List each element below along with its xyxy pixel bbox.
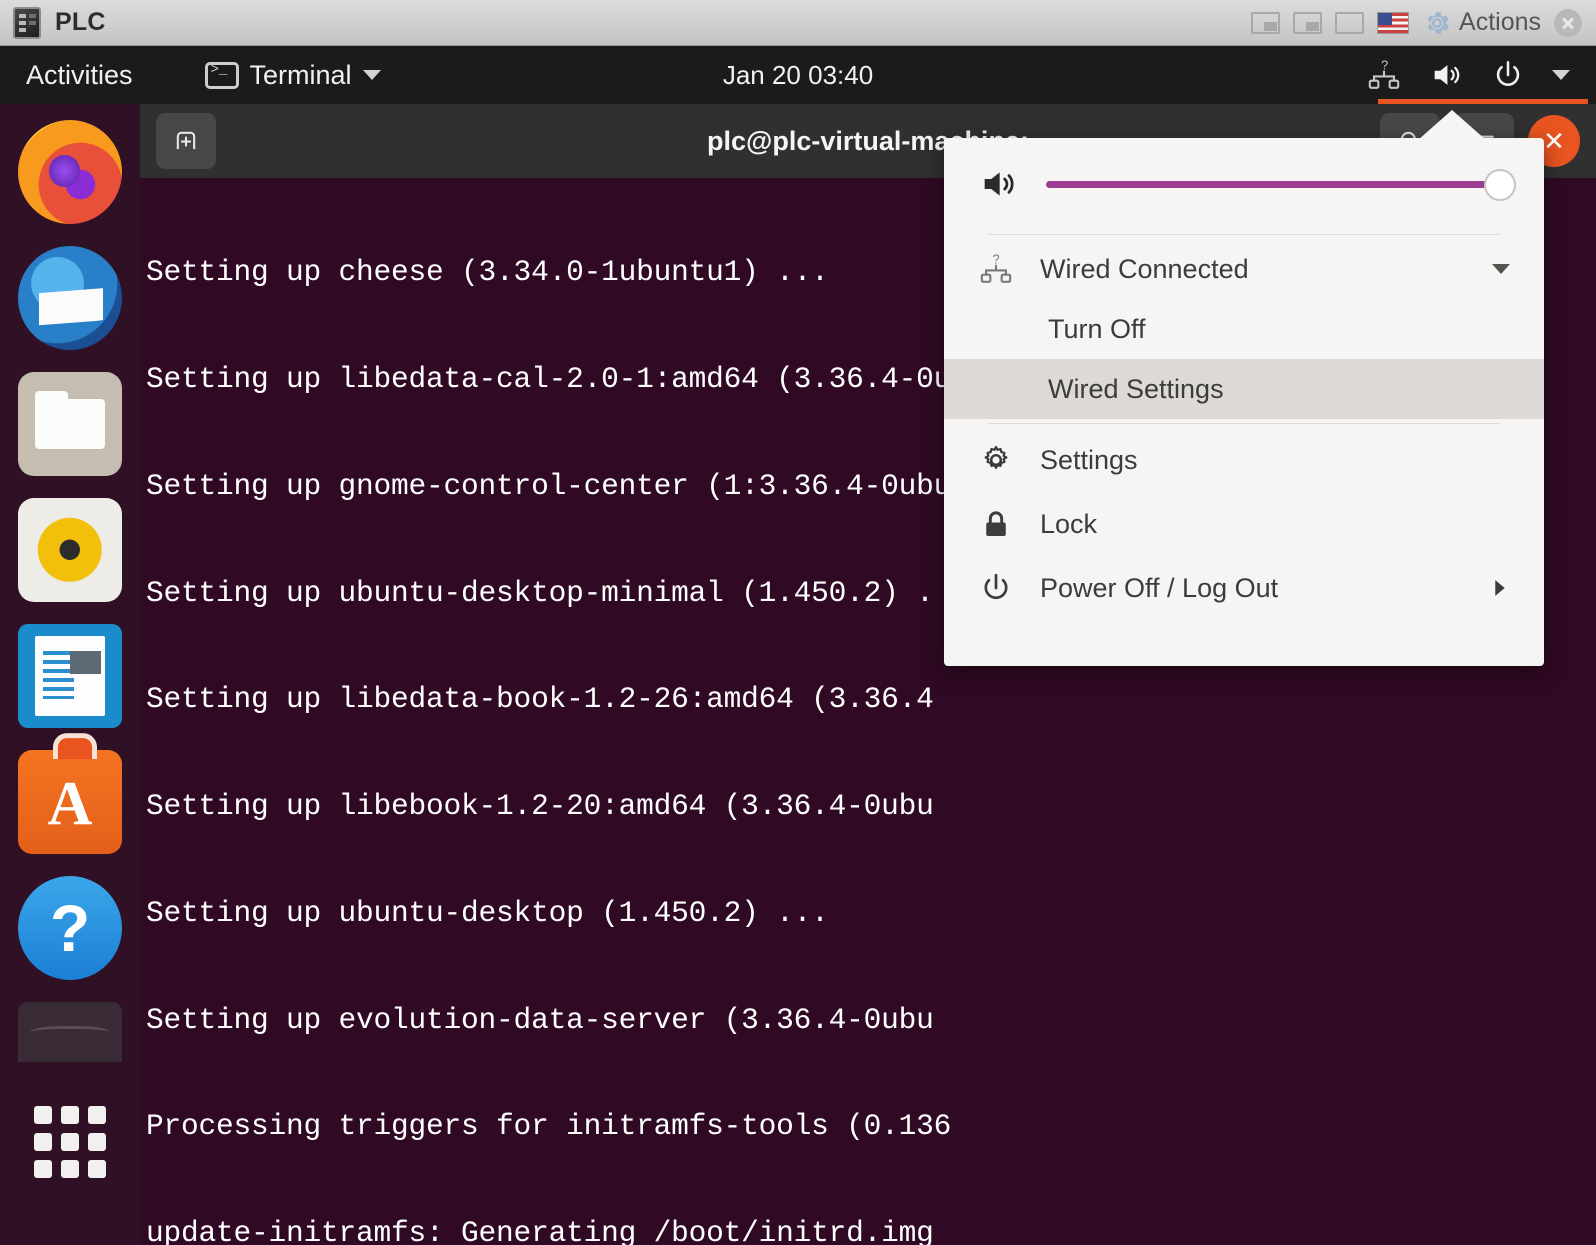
svg-text:?: ?: [1381, 58, 1388, 72]
status-area[interactable]: ?: [1366, 46, 1596, 104]
dock-item-firefox[interactable]: [18, 120, 122, 224]
app-menu-label: Terminal: [249, 59, 352, 90]
vm-titlebar: PLC Actions: [0, 0, 1596, 46]
power-off-log-out-label: Power Off / Log Out: [1040, 572, 1279, 603]
network-action-wired-settings[interactable]: Wired Settings: [944, 359, 1544, 419]
fullscreen-button[interactable]: [1335, 11, 1365, 34]
settings-row[interactable]: Settings: [944, 428, 1544, 492]
dock-item-thunderbird[interactable]: [18, 246, 122, 350]
terminal-line: Setting up libebook-1.2-20:amd64 (3.36.4…: [146, 789, 934, 824]
ubuntu-software-glyph: A: [47, 769, 93, 838]
menu-divider: [988, 423, 1500, 424]
gnome-topbar: Activities Terminal Jan 20 03:40 ?: [0, 46, 1596, 104]
dock: A: [0, 104, 140, 1245]
volume-slider-track: [1046, 181, 1510, 188]
vm-close-button[interactable]: [1554, 8, 1582, 37]
terminal-line: Setting up ubuntu-desktop (1.450.2) ...: [146, 895, 829, 930]
dock-item-ubuntu-software[interactable]: A: [18, 750, 122, 854]
dock-item-help[interactable]: [18, 876, 122, 980]
lock-label: Lock: [1040, 508, 1098, 539]
network-wired-icon: ?: [980, 252, 1012, 283]
power-icon: [1496, 60, 1520, 86]
app-menu-button[interactable]: Terminal: [204, 59, 381, 91]
lock-icon: [986, 511, 1006, 536]
terminal-line: Processing triggers for initramfs-tools …: [146, 1109, 952, 1144]
network-wired-icon: ?: [1368, 58, 1400, 89]
gear-icon: [984, 445, 1008, 469]
vm-window-title: PLC: [55, 8, 106, 36]
lock-row[interactable]: Lock: [944, 492, 1544, 556]
grid-dot: [34, 1160, 52, 1178]
restore-window-button[interactable]: [1293, 11, 1323, 34]
volume-row: [944, 138, 1544, 230]
terminal-line: Setting up libedata-book-1.2-26:amd64 (3…: [146, 682, 934, 717]
system-menu-popup: ? Wired Connected Turn Off Wired Setting…: [944, 138, 1544, 666]
network-action-turn-off[interactable]: Turn Off: [944, 299, 1544, 359]
dock-item-files[interactable]: [18, 372, 122, 476]
svg-text:?: ?: [992, 252, 999, 266]
menu-divider: [988, 234, 1500, 235]
grid-dot: [88, 1160, 106, 1178]
system-menu-arrow: [1418, 110, 1486, 140]
chevron-down-icon[interactable]: [1492, 264, 1510, 274]
us-keyboard-flag-icon[interactable]: [1377, 11, 1410, 34]
grid-dot: [34, 1106, 52, 1124]
power-off-log-out-row[interactable]: Power Off / Log Out: [944, 556, 1544, 620]
grid-dot: [34, 1133, 52, 1151]
grid-dot: [61, 1160, 79, 1178]
grid-dot: [61, 1133, 79, 1151]
actions-label: Actions: [1459, 8, 1541, 36]
terminal-line: update-initramfs: Generating /boot/initr…: [146, 1216, 934, 1245]
dock-item-trash[interactable]: [18, 1002, 122, 1062]
activities-button[interactable]: Activities: [26, 60, 133, 91]
volume-high-icon[interactable]: [978, 164, 1018, 204]
grid-dot: [61, 1106, 79, 1124]
chevron-down-icon: [362, 70, 381, 80]
power-icon: [984, 573, 1008, 600]
volume-slider-handle[interactable]: [1484, 169, 1516, 201]
grid-dot: [88, 1106, 106, 1124]
wired-settings-label: Wired Settings: [1048, 373, 1224, 404]
clock[interactable]: Jan 20 03:40: [723, 60, 873, 91]
settings-label: Settings: [1040, 444, 1138, 475]
turn-off-label: Turn Off: [1048, 313, 1146, 344]
network-row[interactable]: ? Wired Connected: [944, 239, 1544, 299]
unity-mode-button[interactable]: [1251, 11, 1281, 34]
document-image-icon: [70, 651, 102, 674]
terminal-line: Setting up evolution-data-server (3.36.4…: [146, 1002, 934, 1037]
gear-icon: [1427, 11, 1450, 34]
show-applications-button[interactable]: [18, 1090, 122, 1194]
volume-slider[interactable]: [1046, 169, 1516, 201]
network-label: Wired Connected: [1040, 253, 1249, 284]
volume-icon: [1434, 65, 1460, 85]
grid-dot: [88, 1133, 106, 1151]
vm-titlebar-controls: Actions: [1251, 8, 1596, 38]
virtual-machine-icon: [13, 6, 41, 39]
chevron-right-icon: [1495, 580, 1505, 596]
chevron-down-icon[interactable]: [1552, 70, 1570, 80]
actions-menu[interactable]: Actions: [1422, 8, 1541, 38]
dock-item-libreoffice-writer[interactable]: [18, 624, 122, 728]
dock-item-rhythmbox[interactable]: [18, 498, 122, 602]
terminal-icon: [204, 61, 239, 89]
